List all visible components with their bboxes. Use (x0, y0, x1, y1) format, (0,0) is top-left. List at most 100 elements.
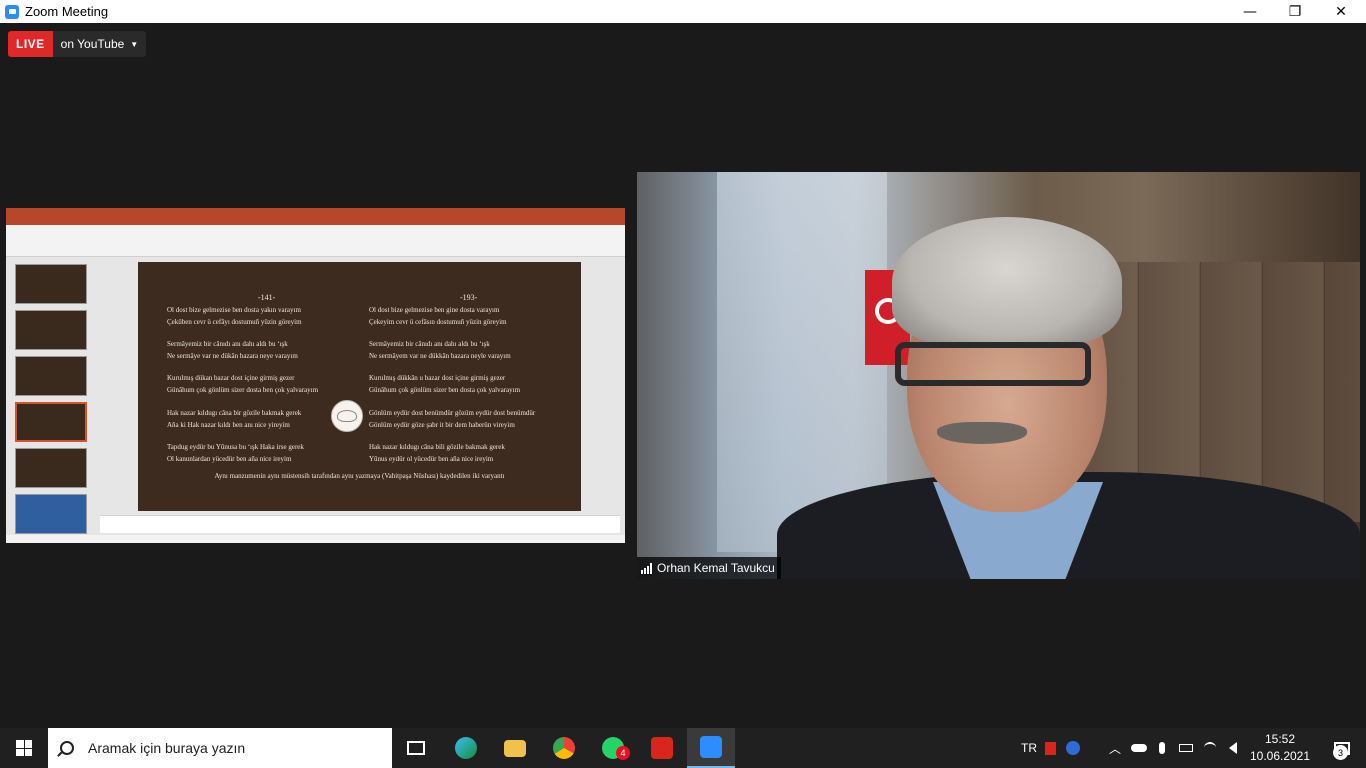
edge-icon (455, 737, 477, 759)
verse-line: Ol dost bize gelmezise ben gine dosta va… (369, 306, 500, 314)
whatsapp-button[interactable]: 4 (589, 728, 637, 768)
slide-thumbnail[interactable] (15, 264, 87, 304)
taskbar-search[interactable] (48, 728, 392, 768)
live-on-youtube-button[interactable]: LIVE on YouTube ▼ (8, 31, 147, 57)
window-titlebar: Zoom Meeting (0, 0, 1366, 23)
slide-thumbnail[interactable] (15, 356, 87, 396)
signal-strength-icon (641, 562, 652, 574)
maximize-button[interactable]: ❐ (1272, 0, 1318, 23)
wifi-icon[interactable] (1199, 728, 1221, 768)
participant-video[interactable]: Orhan Kemal Tavukcu (637, 172, 1360, 579)
col2-stanza: Hak nazar kıldugı câna bili gözile bakma… (369, 442, 505, 465)
start-button[interactable] (0, 728, 48, 768)
onedrive-icon[interactable] (1128, 728, 1150, 768)
slide-thumbnail[interactable] (15, 448, 87, 488)
verse-line: Günâhum çok gönlüm sizer dosta ben çok y… (167, 385, 319, 394)
zoom-icon (5, 4, 19, 19)
windows-taskbar: 4 TR ︿ 15:52 10.06.2021 3 (0, 728, 1366, 768)
pdf-icon (651, 737, 673, 759)
col2-stanza: Ol dost bize gelmezise ben gine dosta va… (369, 305, 507, 328)
battery-icon[interactable] (1175, 728, 1197, 768)
chrome-button[interactable] (540, 728, 588, 768)
verse-line: Ol kanunlardan yücedür ben aña nice irey… (167, 454, 292, 463)
slide-footer-caption: Aynı manzumenin aynı müstensih tarafında… (214, 472, 505, 480)
help-icon[interactable] (1062, 728, 1084, 768)
chevron-up-icon[interactable]: ︿ (1104, 728, 1126, 768)
search-icon (60, 741, 74, 755)
calligraphy-seal-icon (331, 400, 363, 432)
participant-mustache (937, 422, 1027, 444)
verse-line: Tapdug eydür bu Yûnusa bu ‘ışk Haka irse… (167, 443, 304, 451)
close-button[interactable]: ✕ (1318, 0, 1364, 23)
shared-screen[interactable]: -141- -193- Ol dost bize gelmezise ben d… (6, 208, 625, 543)
verse-line: Gönlüm eydür göze şabr it bir dem haberü… (369, 420, 515, 429)
verse-line: Hak nazar kıldugı câna bir gözile bakmak… (167, 409, 302, 417)
verse-line: Kurulmış dükkân u bazar dost içine girmi… (369, 374, 506, 382)
col1-stanza: Hak nazar kıldugı câna bir gözile bakmak… (167, 408, 301, 431)
col1-stanza: Ol dost bize gelmezise ben dosta yakın v… (167, 305, 302, 328)
powerpoint-titlebar (6, 208, 625, 217)
whatsapp-unread-badge: 4 (616, 746, 630, 760)
verse-line: Hak nazar kıldugı câna bili gözile bakma… (369, 443, 505, 451)
speaker-notes-area[interactable] (100, 515, 620, 533)
microphone-icon[interactable] (1152, 728, 1172, 768)
chevron-down-icon: ▼ (130, 39, 139, 49)
live-badge: LIVE (8, 31, 53, 57)
clock[interactable]: 15:52 10.06.2021 (1246, 731, 1314, 765)
powerpoint-menubar (6, 217, 625, 225)
col2-stanza: Gönlüm eydür dost benümdür gözüm eydür d… (369, 408, 535, 431)
participant-glasses (895, 342, 1091, 386)
clock-date: 10.06.2021 (1249, 749, 1311, 763)
col2-heading: -193- (460, 293, 478, 302)
verse-line: Aña ki Hak nazar kıldı ben anı nice yire… (167, 420, 290, 429)
file-explorer-button[interactable] (491, 728, 539, 768)
live-platform-label: on YouTube (60, 37, 125, 51)
powerpoint-statusbar (6, 535, 625, 543)
col1-stanza: Kurulmış dükan bazar dost içine girmiş g… (167, 373, 318, 396)
folder-icon (504, 739, 526, 757)
task-view-icon (407, 741, 425, 755)
clock-time: 15:52 (1264, 732, 1296, 746)
col1-stanza: Tapdug eydür bu Yûnusa bu ‘ışk Haka irse… (167, 442, 304, 465)
current-slide: -141- -193- Ol dost bize gelmezise ben d… (138, 262, 581, 511)
col2-stanza: Kurulmış dükkân u bazar dost içine girmi… (369, 373, 520, 396)
pdf-tray-icon[interactable] (1040, 728, 1060, 768)
verse-line: Ol dost bize gelmezise ben dosta yakın v… (167, 306, 301, 314)
verse-line: Kurulmış dükan bazar dost içine girmiş g… (167, 374, 295, 382)
verse-line: Çekeyim cevr ü cefâsın dostumuñ yüzin gö… (369, 317, 507, 326)
language-indicator[interactable]: TR (1018, 728, 1040, 768)
edge-button[interactable] (442, 728, 490, 768)
minimize-button[interactable]: — (1227, 0, 1273, 23)
powerpoint-ribbon (6, 225, 625, 257)
participant-name: Orhan Kemal Tavukcu (657, 561, 775, 575)
zoom-icon (700, 736, 722, 758)
participant-name-bar: Orhan Kemal Tavukcu (637, 557, 781, 579)
verse-line: Sermâyemiz bir cânıdı anı dahı aldı bu ‘… (369, 340, 490, 348)
search-input[interactable] (88, 740, 368, 756)
live-platform: on YouTube ▼ (52, 31, 147, 57)
verse-line: Gönlüm eydür dost benümdür gözüm eydür d… (369, 409, 536, 417)
verse-line: Ne sermâyem var ne dükkân bazara neyle v… (369, 351, 511, 360)
volume-icon[interactable] (1222, 728, 1244, 768)
windows-logo-icon (16, 740, 32, 756)
slide-thumbnail-selected[interactable] (15, 402, 87, 442)
chrome-icon (553, 737, 575, 759)
col1-stanza: Sermâyemiz bir cânıdı anı dahı aldı bu ‘… (167, 339, 298, 362)
acrobat-button[interactable] (638, 728, 686, 768)
window-title: Zoom Meeting (25, 4, 109, 19)
task-view-button[interactable] (392, 728, 440, 768)
verse-line: Sermâyemiz bir cânıdı anı dahı aldı bu ‘… (167, 340, 288, 348)
slide-thumbnail[interactable] (15, 494, 87, 534)
slide-thumbnails (10, 262, 94, 534)
col2-stanza: Sermâyemiz bir cânıdı anı dahı aldı bu ‘… (369, 339, 511, 362)
verse-line: Günâhum çok gönlüm sizer ben dosta çok y… (369, 385, 521, 394)
zoom-taskbar-button[interactable] (687, 728, 735, 768)
slide-thumbnail[interactable] (15, 310, 87, 350)
notification-count-badge: 3 (1333, 745, 1348, 760)
verse-line: Ne sermâye var ne dükân bazara neye vara… (167, 351, 298, 360)
powerpoint-body: -141- -193- Ol dost bize gelmezise ben d… (6, 257, 625, 535)
participant-hair (892, 217, 1122, 347)
verse-line: Çeküben cevr ü cefâyı dostumuñ yüzin gör… (167, 317, 302, 326)
col1-heading: -141- (258, 293, 276, 302)
verse-line: Yûnus eydür ol yücedür ben aña nice irey… (369, 454, 494, 463)
